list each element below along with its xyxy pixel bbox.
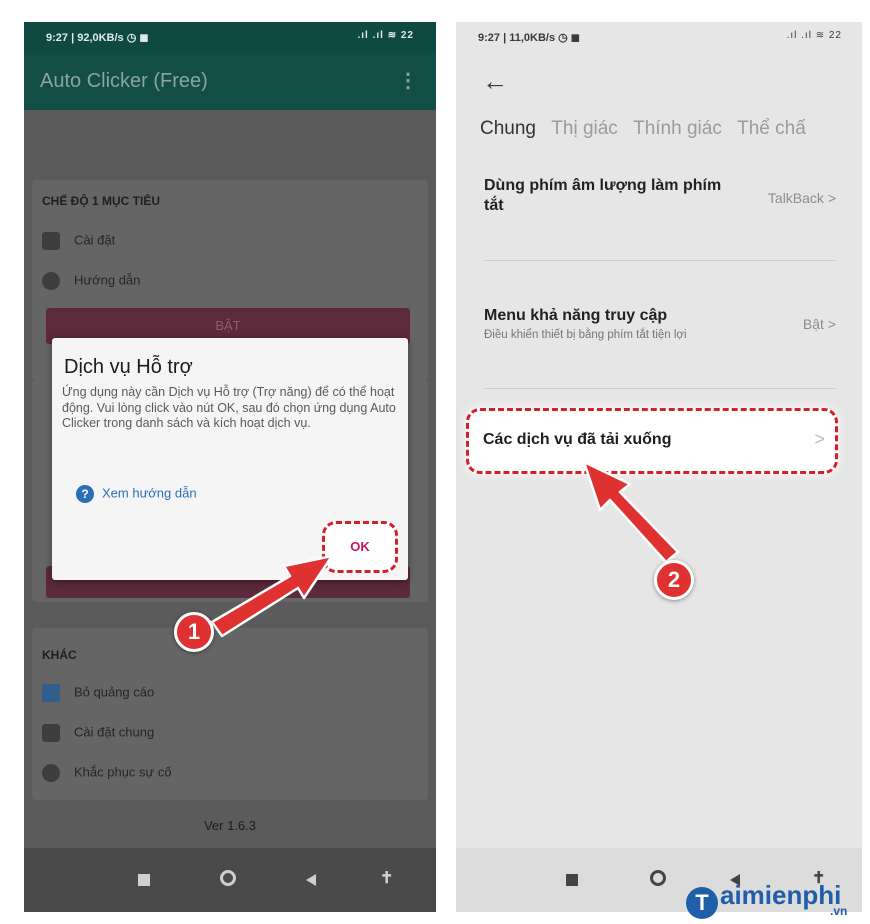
help-icon: ? — [76, 485, 94, 503]
watermark-text: aimienphi — [720, 880, 842, 910]
home-icon[interactable] — [220, 870, 236, 886]
watermark-suffix: .vn — [830, 904, 848, 918]
tab-physical[interactable]: Thể chấ — [737, 118, 806, 140]
volume-shortcut-row[interactable]: Dùng phím âm lượng làm phím tắt TalkBack… — [484, 176, 836, 216]
guide-row[interactable]: Hướng dẫn — [42, 272, 140, 290]
screenshot-stage: 9:27 | 92,0KB/s ◷ ◼ .ıl .ıl ≋ 22 Auto Cl… — [0, 0, 870, 924]
more-vert-icon[interactable]: ⋮ — [398, 68, 418, 93]
divider — [484, 388, 836, 389]
info-icon — [42, 272, 60, 290]
row-title: Các dịch vụ đã tải xuống — [483, 431, 672, 448]
status-right-icons: .ıl .ıl ≋ 22 — [786, 30, 842, 41]
status-left-text: 9:27 | 92,0KB/s ◷ ◼ — [46, 32, 149, 44]
row-subtitle: Điều khiển thiết bị bằng phím tắt tiện l… — [484, 329, 687, 341]
row-label: Khắc phục sự cố — [74, 764, 172, 780]
back-arrow-icon[interactable]: ← — [482, 66, 508, 97]
row-value: Bật > — [802, 316, 836, 332]
tab-general[interactable]: Chung — [480, 118, 536, 140]
step-1-badge: 1 — [174, 612, 214, 652]
row-title: Menu khả năng truy cập — [484, 307, 668, 324]
section-header: CHẾ ĐỘ 1 MỤC TIÊU — [42, 194, 161, 208]
tab-hearing[interactable]: Thính giác — [633, 118, 722, 140]
ok-button[interactable]: OK — [322, 521, 398, 573]
tab-bar: Chung Thị giác Thính giác Thể chấ — [480, 118, 816, 140]
row-label: Hướng dẫn — [74, 272, 141, 288]
app-bar: Auto Clicker (Free) ⋮ — [24, 52, 436, 110]
taimienphi-watermark: Taimienphi .vn — [686, 880, 847, 919]
back-icon[interactable] — [306, 874, 316, 886]
row-label: Bỏ quảng cáo — [74, 684, 155, 700]
row-label: Cài đặt chung — [74, 724, 155, 740]
recent-apps-icon[interactable] — [138, 874, 150, 886]
guide-link-text: Xem hướng dẫn — [102, 485, 197, 501]
section-header: KHÁC — [42, 648, 77, 662]
gear-icon — [42, 724, 60, 742]
tab-vision[interactable]: Thị giác — [551, 118, 618, 140]
help-icon — [42, 764, 60, 782]
row-value: TalkBack > — [767, 190, 836, 206]
other-card: KHÁC Bỏ quảng cáo Cài đặt chung Khắc phụ… — [32, 628, 428, 800]
row-title: Dùng phím âm lượng làm phím tắt — [484, 177, 722, 214]
downloaded-services-row[interactable]: Các dịch vụ đã tải xuống > — [466, 408, 838, 474]
status-left-text: 9:27 | 11,0KB/s ◷ ◼ — [478, 32, 580, 44]
guide-link[interactable]: ? Xem hướng dẫn — [76, 485, 197, 503]
gear-icon — [42, 232, 60, 250]
dialog-body: Ứng dụng này cần Dịch vụ Hỗ trợ (Trợ năn… — [62, 385, 396, 430]
divider — [484, 260, 836, 261]
ads-icon — [42, 684, 60, 702]
row-label: Cài đặt — [74, 232, 116, 248]
nav-bar: ✝ — [24, 848, 436, 912]
recent-apps-icon[interactable] — [566, 874, 578, 886]
general-settings-row[interactable]: Cài đặt chung — [42, 724, 154, 742]
brand-logo-icon: T — [686, 887, 718, 919]
accessibility-menu-row[interactable]: Menu khả năng truy cập Điều khiển thiết … — [484, 306, 836, 341]
accessibility-icon[interactable]: ✝ — [380, 868, 393, 888]
troubleshoot-row[interactable]: Khắc phục sự cố — [42, 764, 172, 782]
chevron-right-icon: > — [814, 429, 825, 449]
step-2-badge: 2 — [654, 560, 694, 600]
dialog-title: Dịch vụ Hỗ trợ — [64, 356, 193, 378]
app-title: Auto Clicker (Free) — [40, 70, 208, 92]
version-label: Ver 1.6.3 — [203, 818, 257, 833]
settings-row[interactable]: Cài đặt — [42, 232, 115, 250]
remove-ads-row[interactable]: Bỏ quảng cáo — [42, 684, 154, 702]
home-icon[interactable] — [650, 870, 666, 886]
right-phone-screen: 9:27 | 11,0KB/s ◷ ◼ .ıl .ıl ≋ 22 ← Chung… — [456, 22, 862, 912]
status-bar: 9:27 | 92,0KB/s ◷ ◼ .ıl .ıl ≋ 22 — [24, 22, 436, 52]
status-right-icons: .ıl .ıl ≋ 22 — [357, 30, 414, 41]
